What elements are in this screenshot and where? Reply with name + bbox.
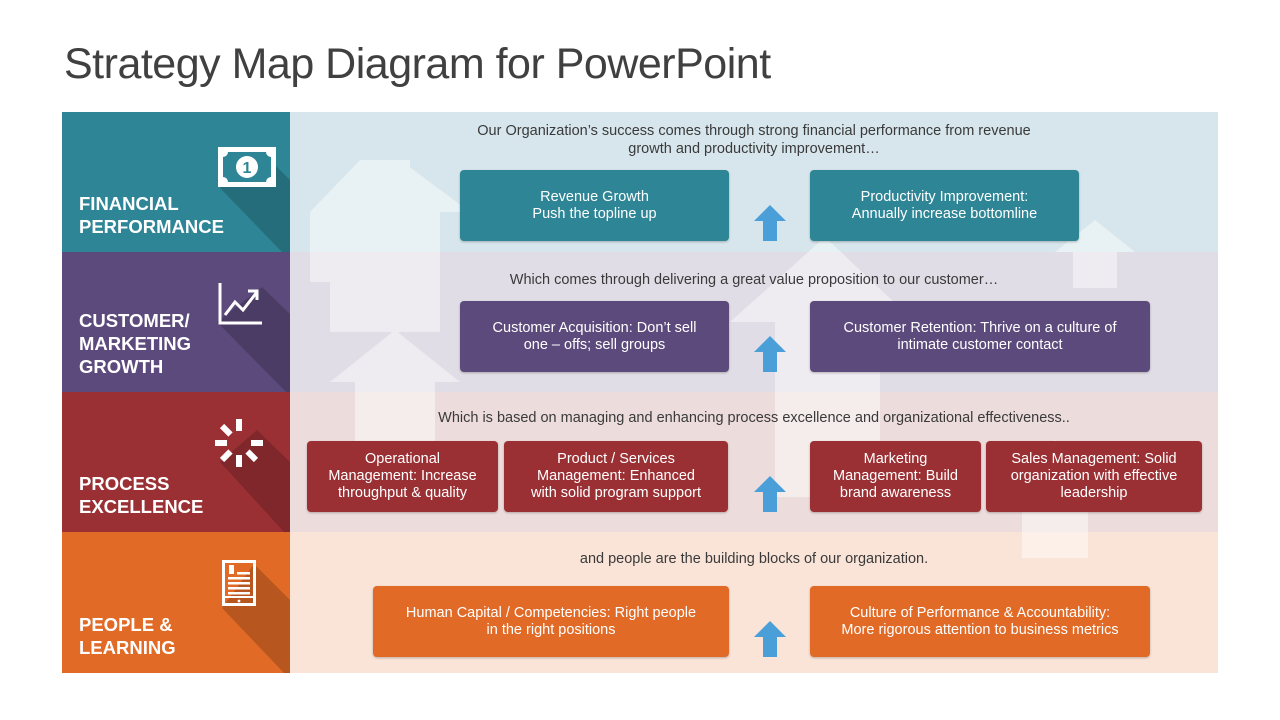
lead-line: Which is based on managing and enhancing… — [438, 410, 1070, 426]
objective-line: Productivity Improvement: — [860, 188, 1029, 205]
perspective-process: PROCESS EXCELLENCE — [62, 392, 290, 532]
objective-productivity-improvement: Productivity Improvement: Annually increa… — [810, 170, 1079, 241]
lead-line: growth and productivity improvement… — [628, 141, 880, 157]
perspective-label-line: CUSTOMER/ — [79, 310, 190, 331]
objective-line: Marketing — [863, 451, 928, 467]
strategy-map: 1 FINANCIAL PERFORMANCE CUSTOMER/ MARKET… — [62, 112, 1218, 673]
objective-customer-acquisition: Customer Acquisition: Don’t sell one – of… — [460, 301, 729, 372]
objective-sales-management: Sales Management: Solid organization with… — [986, 441, 1202, 512]
perspective-label-line: PROCESS — [79, 473, 170, 494]
ebook-reader-icon — [222, 560, 256, 606]
objective-product-services-management: Product / Services Management: Enhanced wi… — [504, 441, 728, 512]
objective-marketing-management: Marketing Management: Build brand awarenes… — [810, 441, 981, 512]
objective-line: More rigorous attention to business metr… — [841, 621, 1119, 638]
perspective-financial: 1 FINANCIAL PERFORMANCE — [62, 112, 290, 252]
lead-text-process: Which is based on managing and enhancing… — [290, 409, 1218, 427]
perspective-label-line: PERFORMANCE — [79, 216, 224, 237]
objective-line: Annually increase bottomline — [851, 205, 1038, 222]
objective-line: leadership — [1060, 485, 1128, 501]
lead-text-customer: Which comes through delivering a great v… — [290, 271, 1218, 289]
slide-title: Strategy Map Diagram for PowerPoint — [64, 40, 771, 88]
objective-line: intimate customer contact — [897, 336, 1063, 353]
loading-spinner-icon — [215, 419, 263, 467]
objective-revenue-growth: Revenue Growth Push the topline up — [460, 170, 729, 241]
objective-line: in the right positions — [486, 621, 616, 638]
objective-line: Customer Acquisition: Don’t sell — [492, 319, 697, 336]
money-bill-icon: 1 — [218, 147, 276, 187]
objective-line: Human Capital / Competencies: Right peop… — [405, 604, 697, 621]
lead-line: Our Organization’s success comes through… — [477, 123, 1031, 139]
objective-human-capital: Human Capital / Competencies: Right peop… — [373, 586, 729, 657]
objective-line: Customer Retention: Thrive on a culture … — [843, 319, 1117, 336]
objective-line: Management: Enhanced — [537, 468, 695, 484]
objective-line: with solid program support — [530, 485, 702, 501]
lead-text-financial: Our Organization’s success comes through… — [290, 122, 1218, 158]
objective-line: Management: Increase — [328, 468, 477, 484]
svg-text:1: 1 — [243, 160, 252, 177]
objective-line: Revenue Growth — [540, 188, 649, 205]
up-arrow-icon — [754, 621, 786, 657]
objective-line: one – offs; sell groups — [523, 336, 666, 353]
perspective-label-line: EXCELLENCE — [79, 496, 204, 517]
up-arrow-icon — [754, 205, 786, 241]
perspective-people: PEOPLE & LEARNING — [62, 532, 290, 673]
perspective-label-line: FINANCIAL — [79, 193, 179, 214]
objective-customer-retention: Customer Retention: Thrive on a culture … — [810, 301, 1150, 372]
objective-line: brand awareness — [839, 485, 952, 501]
objective-line: Push the topline up — [532, 205, 657, 222]
perspective-label-line: LEARNING — [79, 637, 176, 658]
perspective-label-line: MARKETING — [79, 333, 192, 354]
lead-text-people: and people are the building blocks of ou… — [290, 550, 1218, 568]
lead-line: and people are the building blocks of ou… — [579, 551, 929, 567]
objective-line: Operational — [365, 451, 440, 467]
objective-line: Product / Services — [557, 451, 675, 467]
perspective-label-line: PEOPLE & — [79, 614, 173, 635]
objective-culture-of-performance: Culture of Performance & Accountability:… — [810, 586, 1150, 657]
up-arrow-icon — [754, 336, 786, 372]
objective-line: organization with effective — [1010, 468, 1178, 484]
objective-line: Management: Build — [833, 468, 958, 484]
objective-line: throughput & quality — [338, 485, 467, 501]
perspective-label-line: GROWTH — [79, 356, 164, 377]
lead-line: Which comes through delivering a great v… — [509, 272, 999, 288]
up-arrow-icon — [754, 476, 786, 512]
objective-operational-management: Operational Management: Increase throughpu… — [307, 441, 498, 512]
perspective-customer: CUSTOMER/ MARKETING GROWTH — [62, 252, 290, 392]
objective-line: Sales Management: Solid — [1011, 451, 1177, 467]
line-chart-icon — [218, 283, 262, 325]
objective-line: Culture of Performance & Accountability: — [849, 604, 1111, 621]
